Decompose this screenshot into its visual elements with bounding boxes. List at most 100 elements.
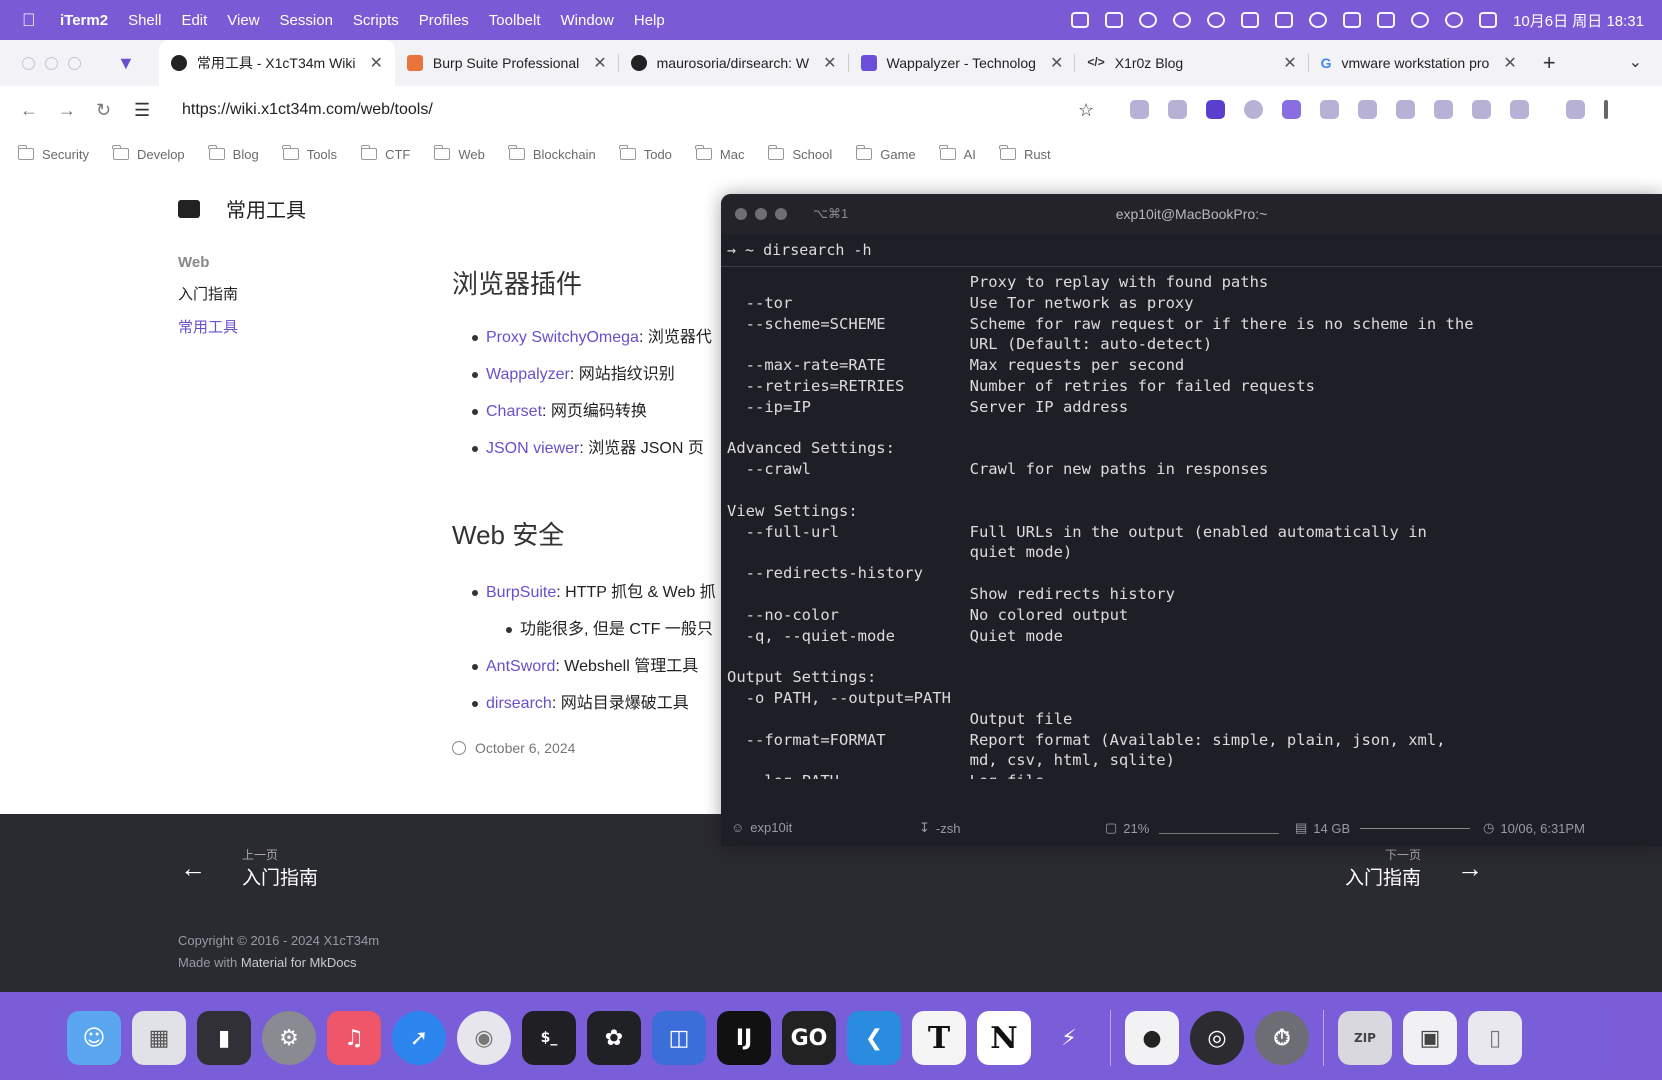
tab-burp[interactable]: Burp Suite Professional ✕ xyxy=(395,40,619,86)
safari-icon[interactable]: ➚ xyxy=(392,1011,446,1065)
trash-icon[interactable]: ▯ xyxy=(1468,1011,1522,1065)
sidebar-section-web[interactable]: Web xyxy=(178,254,238,271)
proxy-icon[interactable]: ⏱ xyxy=(1255,1011,1309,1065)
link-burpsuite[interactable]: BurpSuite xyxy=(486,584,556,601)
vscode-icon[interactable]: ❮ xyxy=(847,1011,901,1065)
bookmark-folder[interactable]: Web xyxy=(433,145,485,162)
menu-session[interactable]: Session xyxy=(280,12,333,29)
kebab-menu-icon[interactable] xyxy=(1604,100,1608,119)
music-icon[interactable]: ♫ xyxy=(327,1011,381,1065)
menu-help[interactable]: Help xyxy=(634,12,665,29)
next-page-link[interactable]: 下一页 入门指南 → xyxy=(1345,846,1483,890)
new-tab-button[interactable]: + xyxy=(1543,50,1556,76)
material-link[interactable]: Material for MkDocs xyxy=(241,955,357,970)
close-tab-icon[interactable]: ✕ xyxy=(1503,53,1516,73)
omega-extension-icon[interactable] xyxy=(1244,100,1263,119)
book-logo-icon[interactable] xyxy=(178,199,200,218)
menu-toolbelt[interactable]: Toolbelt xyxy=(489,12,541,29)
chrome-icon[interactable]: ◉ xyxy=(457,1011,511,1065)
download-icon[interactable] xyxy=(1566,100,1585,119)
notion-icon[interactable]: N xyxy=(977,1011,1031,1065)
bookmark-folder[interactable]: Rust xyxy=(999,145,1051,162)
vimium-extension-icon[interactable] xyxy=(1320,100,1339,119)
puzzle-extension-icon[interactable] xyxy=(1510,100,1529,119)
close-tab-icon[interactable]: ✕ xyxy=(370,53,383,73)
bookmark-folder[interactable]: Game xyxy=(855,145,916,162)
bookmark-folder[interactable]: Blog xyxy=(208,145,259,162)
shortcut-icon[interactable]: ⚡ xyxy=(1042,1011,1096,1065)
iphone-mirroring-icon[interactable]: ▮ xyxy=(197,1011,251,1065)
chatgpt-icon[interactable]: ✿ xyxy=(587,1011,641,1065)
bookmark-folder[interactable]: AI xyxy=(939,145,976,162)
site-settings-icon[interactable]: ☰ xyxy=(134,100,152,121)
close-tab-icon[interactable]: ✕ xyxy=(1050,53,1063,73)
obs-icon[interactable]: ◎ xyxy=(1190,1011,1244,1065)
bookmark-star-icon[interactable]: ☆ xyxy=(1078,100,1094,121)
vpn-extension-icon[interactable] xyxy=(1168,100,1187,119)
moon-icon[interactable] xyxy=(1173,12,1192,28)
tab-wiki[interactable]: 常用工具 - X1cT34m Wiki ✕ xyxy=(158,40,395,86)
vimium-icon[interactable]: ▼ xyxy=(117,53,135,74)
goland-icon[interactable]: GO xyxy=(782,1011,836,1065)
terminal-icon[interactable]: $_ xyxy=(522,1011,576,1065)
input-method-icon[interactable] xyxy=(1377,12,1396,28)
tab-list-chevron-icon[interactable]: ⌄ xyxy=(1629,52,1642,72)
preview-icon[interactable]: ▣ xyxy=(1403,1011,1457,1065)
menu-edit[interactable]: Edit xyxy=(181,12,207,29)
bookmark-folder[interactable]: Develop xyxy=(112,145,185,162)
reload-icon[interactable]: ↻ xyxy=(96,100,114,121)
tab-wappalyzer[interactable]: Wappalyzer - Technolog ✕ xyxy=(849,40,1076,86)
sidebar-item-tools[interactable]: 常用工具 xyxy=(178,316,238,337)
menu-scripts[interactable]: Scripts xyxy=(353,12,399,29)
cube-extension-icon[interactable] xyxy=(1206,100,1225,119)
monitor-icon[interactable] xyxy=(1343,12,1362,28)
tab-blog[interactable]: </> X1r0z Blog ✕ xyxy=(1075,40,1309,86)
system-settings-icon[interactable]: ⚙ xyxy=(262,1011,316,1065)
close-window-button[interactable] xyxy=(22,56,35,70)
apple-menu-icon[interactable]:  xyxy=(22,10,42,31)
sync-icon[interactable] xyxy=(1309,12,1328,28)
bookmark-folder[interactable]: School xyxy=(767,145,832,162)
qq-icon[interactable]: ● xyxy=(1125,1011,1179,1065)
metamask-extension-icon[interactable] xyxy=(1434,100,1453,119)
finder-icon[interactable]: ☺ xyxy=(67,1011,121,1065)
menu-app-name[interactable]: iTerm2 xyxy=(60,12,108,29)
prev-page-link[interactable]: ← 上一页 入门指南 xyxy=(180,846,318,890)
link-charset[interactable]: Charset xyxy=(486,403,542,420)
close-tab-icon[interactable]: ✕ xyxy=(823,53,836,73)
bookmark-folder[interactable]: Tools xyxy=(282,145,337,162)
minimize-window-button[interactable] xyxy=(45,56,58,70)
launchpad-icon[interactable]: ▦ xyxy=(132,1011,186,1065)
menu-profiles[interactable]: Profiles xyxy=(419,12,469,29)
bookmark-folder[interactable]: Todo xyxy=(619,145,672,162)
menu-shell[interactable]: Shell xyxy=(128,12,161,29)
forward-arrow-icon[interactable]: → xyxy=(58,100,76,121)
link-extension-icon[interactable] xyxy=(1472,100,1491,119)
bookmark-folder[interactable]: CTF xyxy=(360,145,410,162)
link-wappalyzer[interactable]: Wappalyzer xyxy=(486,366,570,383)
shield-extension-icon[interactable] xyxy=(1130,100,1149,119)
tab-dirsearch[interactable]: maurosoria/dirsearch: W ✕ xyxy=(619,40,849,86)
back-arrow-icon[interactable]: ← xyxy=(20,100,38,121)
menu-clock[interactable]: 10月6日 周日 18:31 xyxy=(1513,10,1644,31)
terminal-output[interactable]: Proxy to replay with found paths --tor U… xyxy=(721,267,1662,779)
display-icon[interactable] xyxy=(1071,12,1090,28)
menu-view[interactable]: View xyxy=(227,12,259,29)
speaker-icon[interactable] xyxy=(1411,12,1430,28)
intellij-icon[interactable]: IJ xyxy=(717,1011,771,1065)
wifi-icon[interactable] xyxy=(1445,12,1464,28)
grid-extension-icon[interactable] xyxy=(1396,100,1415,119)
url-field[interactable]: https://wiki.x1ct34m.com/web/tools/ xyxy=(182,101,433,119)
cat-icon[interactable] xyxy=(1241,12,1260,28)
tab-google[interactable]: G vmware workstation pro ✕ xyxy=(1309,40,1529,86)
bookmark-folder[interactable]: Security xyxy=(17,145,89,162)
menu-window[interactable]: Window xyxy=(561,12,614,29)
zoom-window-button[interactable] xyxy=(68,56,81,70)
vpn-icon[interactable] xyxy=(1207,12,1226,28)
fan-icon[interactable] xyxy=(1275,12,1294,28)
record-icon[interactable] xyxy=(1139,12,1158,28)
link-dirsearch[interactable]: dirsearch xyxy=(486,695,552,712)
close-tab-icon[interactable]: ✕ xyxy=(1283,53,1296,73)
link-switchyomega[interactable]: Proxy SwitchyOmega xyxy=(486,329,639,346)
typora-icon[interactable]: T xyxy=(912,1011,966,1065)
